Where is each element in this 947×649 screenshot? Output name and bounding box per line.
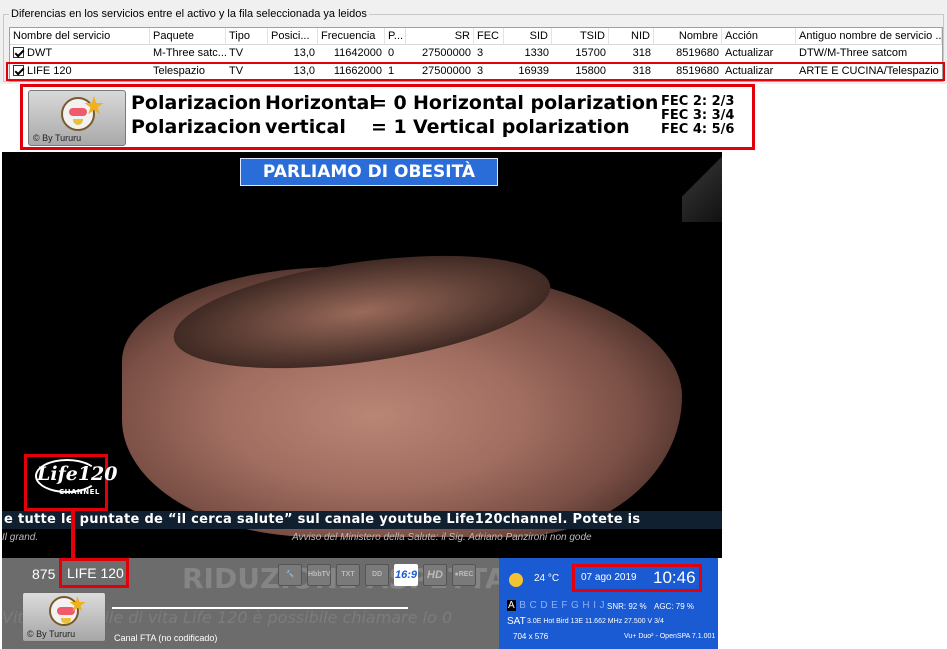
cell-paquete: M-Three satc... (153, 47, 226, 59)
encryption-status: Canal FTA (no codificado) (114, 633, 218, 643)
program-progress-bar (112, 607, 408, 609)
sat-label: SAT (507, 616, 526, 627)
logo-caption: © By Tururu (33, 133, 82, 143)
rec-icon: ●REC (452, 564, 476, 586)
cell-accion: Actualizar (725, 47, 774, 59)
callout-connector (71, 510, 75, 562)
col-header-nombre[interactable]: Nombre (654, 28, 722, 45)
col-header-paquete[interactable]: Paquete (150, 28, 226, 45)
life120-logo: Life120 CHANNEL (33, 459, 118, 505)
logo-subtext: CHANNEL (59, 488, 100, 496)
tuner-letters: A B C D E F G H I J (507, 600, 605, 611)
logo-text: Life120 (37, 463, 118, 485)
groupbox-title: Diferencias en los servicios entre el ac… (9, 8, 369, 20)
cell-tipo: TV (229, 47, 244, 59)
cell-p: 0 (388, 47, 395, 59)
news-ticker: e tutte le puntate de “il cerca salute” … (2, 511, 722, 529)
tururu-logo: © By Tururu (28, 90, 126, 146)
tv-video-frame: PARLIAMO DI OBESITÀ e tutte le puntate d… (2, 152, 722, 558)
pol-english: Horizontal polarization (413, 92, 659, 114)
satellite-info: 3.0E Hot Bird 13E 11.662 MHz 27.500 V 3/… (527, 618, 664, 625)
cell-fec: 3 (477, 47, 484, 59)
fec-line: FEC 4: 5/6 (661, 122, 735, 137)
pol-type: Horizontal (265, 92, 376, 114)
cell-servicio: DWT (10, 45, 150, 62)
other-tuners: B C D E F G H I J (519, 600, 605, 611)
selected-row-highlight (6, 62, 945, 81)
col-header-antiguo[interactable]: Antiguo nombre de servicio ... (796, 28, 942, 45)
receiver-info: Vu+ Duo² - OpenSPA 7.1.001 (624, 633, 716, 640)
info-panel: 24 °C 07 ago 2019 10:46 A B C D E F G H … (499, 558, 718, 649)
col-header-nid[interactable]: NID (609, 28, 654, 45)
table-header-row: Nombre del servicio Paquete Tipo Posici.… (10, 28, 942, 45)
channel-name: LIFE 120 (59, 558, 129, 588)
sub-ticker-left: Il grand. (2, 532, 39, 543)
sub-ticker-right: Avviso del Ministero della Salute: il Si… (292, 532, 592, 543)
logo-caption: © By Tururu (27, 629, 76, 639)
datetime-highlight: 07 ago 2019 10:46 (572, 564, 702, 592)
video-corner-graphic (682, 152, 722, 222)
mascot-face-icon (49, 596, 79, 626)
servicio-text: DWT (27, 47, 53, 59)
col-header-tsid[interactable]: TSID (552, 28, 609, 45)
wrench-icon: 🔧 (278, 564, 302, 586)
pol-label: Polarizacion (131, 116, 262, 138)
cell-posicion: 13,0 (293, 47, 315, 59)
pol-label: Polarizacion (131, 92, 262, 114)
teletext-icon: TXT (336, 564, 360, 586)
time-text: 10:46 (653, 568, 696, 587)
active-tuner: A (507, 600, 517, 611)
hbbtv-icon: HbbTV (307, 564, 331, 586)
cell-frecuencia: 11642000 (333, 47, 382, 59)
cell-tsid: 15700 (575, 47, 606, 59)
hd-icon: HD (423, 564, 447, 586)
cell-nid: 318 (632, 47, 651, 59)
differences-groupbox: Diferencias en los servicios entre el ac… (0, 0, 947, 84)
col-header-frecuencia[interactable]: Frecuencia (318, 28, 385, 45)
date-text: 07 ago 2019 (581, 572, 637, 583)
pol-type: vertical (265, 116, 346, 138)
mascot-face-icon (61, 97, 95, 131)
channel-number: 875 (32, 566, 56, 582)
pol-value: = 1 (371, 116, 407, 138)
cell-sr: 27500000 (422, 47, 471, 59)
cell-nombre: 8519680 (676, 47, 719, 59)
snr-value: SNR: 92 % (607, 602, 647, 611)
fec-line: FEC 3: 3/4 (661, 108, 735, 123)
cell-antiguo: DTW/M-Three satcom (799, 47, 908, 59)
col-header-p[interactable]: P... (385, 28, 406, 45)
col-header-accion[interactable]: Acción (722, 28, 796, 45)
fec-line: FEC 2: 2/3 (661, 94, 735, 109)
video-resolution: 704 x 576 (513, 632, 549, 641)
col-header-posicion[interactable]: Posici... (268, 28, 318, 45)
col-header-tipo[interactable]: Tipo (226, 28, 268, 45)
col-header-servicio[interactable]: Nombre del servicio (10, 28, 150, 45)
tururu-logo: © By Tururu (22, 592, 106, 642)
program-title-banner: PARLIAMO DI OBESITÀ (240, 158, 498, 186)
col-header-sr[interactable]: SR (406, 28, 474, 45)
aspect-16-9-icon: 16:9 (394, 564, 418, 586)
sun-icon (509, 573, 523, 587)
pol-value: = 0 (371, 92, 407, 114)
channel-logo-highlight: Life120 CHANNEL (24, 454, 118, 511)
pol-english: Vertical polarization (413, 116, 630, 138)
dolby-icon: DD (365, 564, 389, 586)
agc-value: AGC: 79 % (654, 602, 695, 611)
col-header-fec[interactable]: FEC (474, 28, 504, 45)
row-checkbox[interactable] (13, 47, 24, 58)
temperature: 24 °C (534, 573, 560, 584)
table-row[interactable]: DWT M-Three satc... TV 13,0 11642000 0 2… (10, 45, 942, 62)
sub-ticker: Il grand. Avviso del Ministero della Sal… (2, 530, 722, 546)
cell-sid: 1330 (524, 47, 549, 59)
col-header-sid[interactable]: SID (504, 28, 552, 45)
polarization-legend: © By Tururu Polarizacion Horizontal = 0 … (20, 84, 755, 150)
receiver-infobar: RIDUZIONE ASPETTATIVA Vita sotto ... ile… (2, 558, 718, 649)
